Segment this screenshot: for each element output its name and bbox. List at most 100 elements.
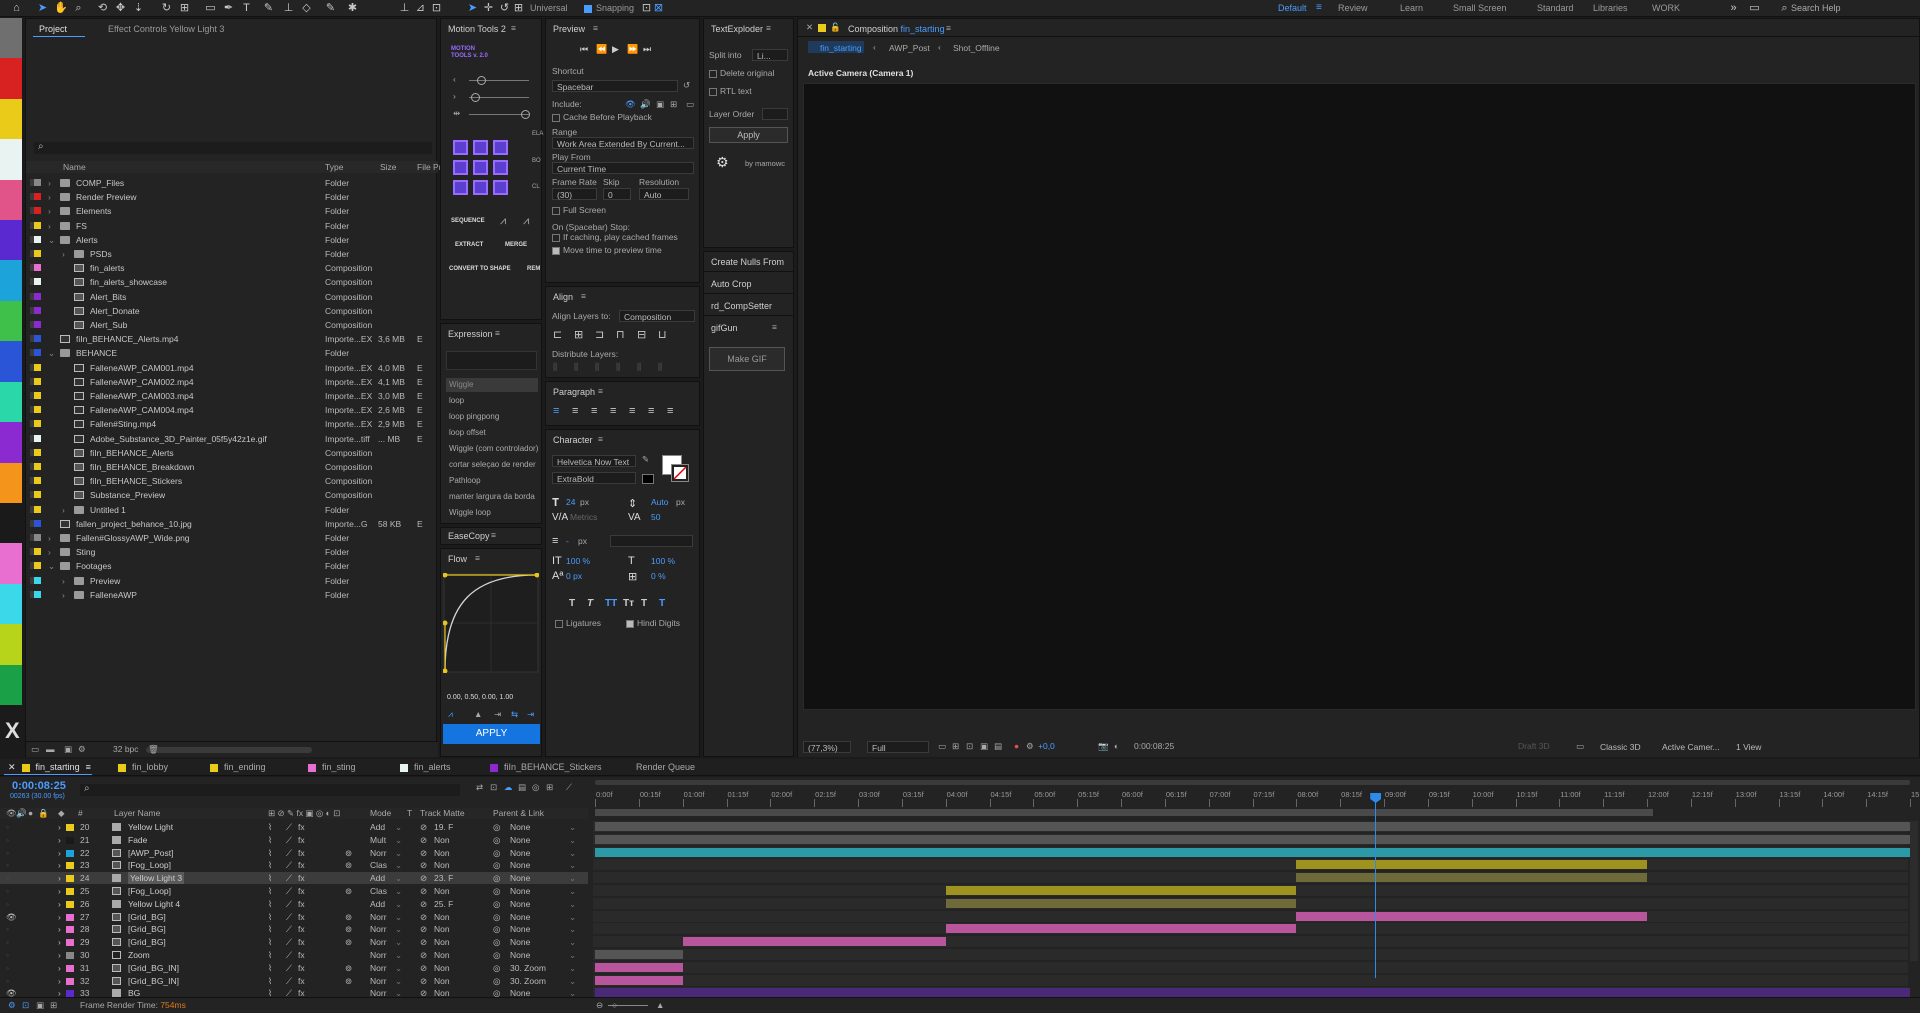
timeline-tab[interactable]: fiIn_BEHANCE_Stickers (490, 759, 602, 775)
layer-label-color[interactable] (66, 900, 74, 908)
panel-menu-icon[interactable]: ≡ (598, 386, 603, 396)
expand-arrow-icon[interactable]: › (58, 885, 61, 897)
resolution-dropdown[interactable]: Full (867, 741, 929, 753)
align-icon[interactable]: ⊔ (658, 328, 667, 341)
project-item[interactable]: › COMP_Files Folder (26, 176, 436, 190)
dropdown-arrow-icon[interactable]: ⌄ (569, 923, 576, 935)
search-icon[interactable]: ⌕ (1778, 2, 1791, 15)
color-swatch[interactable] (0, 98, 22, 140)
video-icon[interactable]: 👁 (625, 99, 636, 110)
layer-fx-icon[interactable]: fx (298, 962, 305, 974)
layer-search-input[interactable]: ⌕ (80, 783, 460, 796)
layer-row[interactable]: ◦ › 22 [AWP_Post] ⌇ ⟋ fx ⊚ Norr ⌄ ⊘ Non ◎ None ⌄ (0, 847, 588, 859)
timeline-tab[interactable]: fin_ending (210, 759, 266, 775)
track-matte-value[interactable]: Non (434, 975, 450, 987)
rotate-3d-icon[interactable]: ↺ (498, 2, 511, 15)
timeline-scrollbar[interactable] (1910, 821, 1918, 961)
last-frame-icon[interactable]: ⏭ (643, 44, 651, 55)
layer-mode[interactable]: Add (370, 821, 385, 833)
guides-icon[interactable]: ▤ (994, 741, 1002, 752)
visibility-toggle-icon[interactable]: ◦ (6, 885, 9, 897)
preview-title[interactable]: Preview (553, 24, 585, 34)
expression-item[interactable]: manter largura da borda (446, 490, 538, 504)
snapshot-icon[interactable]: 📷 (1098, 741, 1109, 752)
rectangle-tool-icon[interactable]: ▭ (204, 2, 217, 15)
distribute-icon[interactable]: ⫼ (637, 362, 641, 373)
kerning-value[interactable]: Metrics (570, 512, 597, 522)
layer-shy-icon[interactable]: ⌇ (268, 821, 272, 833)
parent-pickwhip-icon[interactable]: ◎ (493, 847, 500, 859)
layer-fx-icon[interactable]: fx (298, 949, 305, 961)
orbit-tool-icon[interactable]: ⟲ (96, 2, 109, 15)
fullscreen-checkbox[interactable] (552, 207, 560, 215)
anchor-point-button[interactable] (493, 140, 508, 155)
layer-mode[interactable]: Add (370, 872, 385, 884)
layer-name-header[interactable]: Layer Name (114, 808, 160, 818)
visibility-toggle-icon[interactable]: ◦ (6, 962, 9, 974)
crumb-awp-post[interactable]: AWP_Post (889, 43, 930, 53)
dropdown-arrow-icon[interactable]: ⌄ (395, 911, 402, 923)
layer-row[interactable]: ◦ › 29 [Grid_BG] ⌇ ⟋ fx ⊚ Norr ⌄ ⊘ Non ◎ None ⌄ (0, 936, 588, 948)
track-matte-icon[interactable]: ⊘ (420, 847, 427, 859)
font-dropdown[interactable]: Helvetica Now Text (552, 455, 636, 467)
color-swatch[interactable] (0, 502, 22, 544)
text-style-button[interactable]: T (641, 598, 647, 609)
expression-title[interactable]: Expression (448, 329, 493, 339)
layer-quality-icon[interactable]: ⟋ (286, 859, 292, 871)
exposure-value[interactable]: +0,0 (1038, 741, 1055, 751)
track-matte-value[interactable]: Non (434, 911, 450, 923)
merge-button[interactable]: MERGE (505, 242, 527, 248)
project-settings-icon[interactable]: ⚙ (78, 744, 86, 755)
project-item-label-color[interactable] (34, 207, 41, 215)
track-matte-icon[interactable]: ⊘ (420, 911, 427, 923)
paragraph-align-icon[interactable]: ≡ (572, 405, 578, 417)
layer-name[interactable]: Fade (128, 834, 147, 846)
project-item[interactable]: FalleneAWP_CAM001.mp4 Importe...EX 4,0 MB E (26, 361, 436, 375)
layer-row[interactable]: ◦ › 25 [Fog_Loop] ⌇ ⟋ fx ⊚ Clas ⌄ ⊘ Non ◎ None ⌄ (0, 885, 588, 897)
layer-fx-icon[interactable]: fx (298, 936, 305, 948)
project-item[interactable]: ⌄ Alerts Folder (26, 233, 436, 247)
workspace-review[interactable]: Review (1338, 3, 1368, 13)
framerate-dropdown[interactable]: (30) (552, 188, 597, 200)
zoom-dropdown[interactable]: (77,3%) (803, 741, 851, 753)
color-swatch[interactable] (0, 58, 22, 99)
create-nulls-button[interactable]: Create Nulls From (711, 257, 784, 267)
flow-icon-5[interactable]: ⇥ (527, 709, 534, 720)
layer-label-color[interactable] (66, 926, 74, 934)
renderer-dropdown[interactable]: Classic 3D (1596, 741, 1654, 753)
layer-shy-icon[interactable]: ⌇ (268, 911, 272, 923)
align-to-dropdown[interactable]: Composition (619, 310, 695, 322)
eraser-tool-icon[interactable]: ◇ (300, 2, 313, 15)
extended-selection-icon[interactable]: ➤ (466, 2, 479, 15)
layer-shy-icon[interactable]: ⌇ (268, 936, 272, 948)
workspace-standard[interactable]: Standard (1537, 3, 1574, 13)
layer-label-color[interactable] (66, 836, 74, 844)
move-time-checkbox[interactable] (552, 247, 560, 255)
parent-value[interactable]: 30. Zoom (510, 962, 546, 974)
roto-tool-icon[interactable]: ✎ (324, 2, 337, 15)
track-matte-icon[interactable]: ⊘ (420, 898, 427, 910)
shortcut-dropdown[interactable]: Spacebar (552, 80, 678, 92)
text-style-button[interactable]: Tт (623, 598, 634, 609)
ela-label[interactable]: ELA (532, 131, 543, 137)
project-search-input[interactable]: ⌕ (34, 141, 432, 154)
zoom-in-icon[interactable]: ▲ (656, 1000, 664, 1010)
zoom-slider-knob[interactable]: ○ (612, 1000, 617, 1010)
project-item-label-color[interactable] (34, 377, 41, 385)
3d-view-icon[interactable]: ▭ (1576, 741, 1584, 752)
anchor-point-button[interactable] (453, 180, 468, 195)
panel-menu-icon[interactable]: ≡ (598, 434, 603, 444)
parent-value[interactable]: None (510, 923, 530, 935)
rt-icon[interactable]: ▭ (686, 99, 694, 110)
col-file[interactable]: File Pr (417, 162, 442, 172)
layer-shy-icon[interactable]: ⌇ (268, 923, 272, 935)
panel-menu-icon[interactable]: ≡ (495, 328, 500, 338)
parent-pickwhip-icon[interactable]: ◎ (493, 911, 500, 923)
project-item-label-color[interactable] (34, 321, 41, 328)
expression-item[interactable]: loop pingpong (446, 410, 538, 424)
project-item[interactable]: Alert_Sub Composition (26, 318, 436, 332)
anchor-tool-icon[interactable]: ⊞ (178, 2, 191, 15)
layer-duration-bar[interactable] (595, 950, 683, 959)
motion-blur-icon[interactable]: ◎ (532, 782, 539, 793)
zoom-out-icon[interactable]: ⊖ (596, 1000, 603, 1011)
